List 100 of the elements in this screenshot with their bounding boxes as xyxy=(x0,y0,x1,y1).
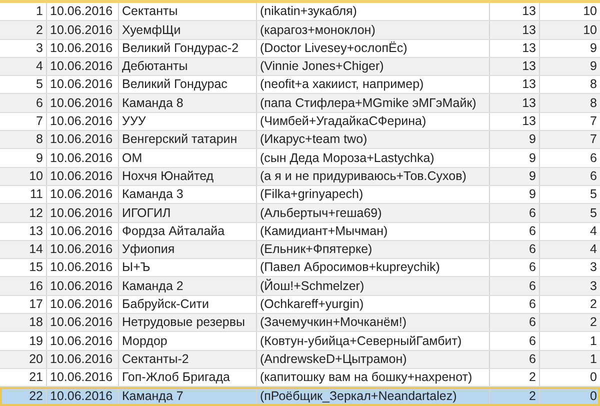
table-cell: 10.06.2016 xyxy=(47,186,119,204)
table-cell: (Ochkareff+yurgin) xyxy=(257,296,490,314)
table-cell: 6 xyxy=(0,94,47,112)
table-cell: 16 xyxy=(0,277,47,295)
table-row[interactable]: 20 10.06.2016 Сектанты-2 (AndrewskeD+Цытрамон) 6 1 xyxy=(0,350,600,369)
table-cell: Гоп-Жлоб Бригада xyxy=(119,368,257,386)
table-row[interactable]: 15 10.06.2016 Ы+Ъ (Павел Абросимов+kupreychik) 6 3 xyxy=(0,259,600,278)
table-cell: 10.06.2016 xyxy=(47,204,119,222)
table-row[interactable]: 5 10.06.2016 Великий Гондурас (neofit+а хакиист, например) 13 8 xyxy=(0,76,600,94)
table-cell-text: 8 xyxy=(589,76,598,94)
table-cell: 2 xyxy=(0,21,47,39)
table-cell: (Павел Абросимов+kupreychik) xyxy=(257,259,490,276)
table-row[interactable]: 3 10.06.2016 Великий Гондурас-2 (Doctor Livesey+ослопЁс) 13 9 xyxy=(0,40,600,58)
table-cell: (Ковтун-убийца+СеверныйГамбит) xyxy=(257,332,490,350)
table-cell: Дебютанты xyxy=(119,58,257,76)
table-cell: (Doctor Livesey+ослопЁс) xyxy=(257,40,490,57)
table-cell-text: 1 xyxy=(589,332,598,350)
table-cell: 11 xyxy=(0,186,47,204)
table-cell: Венгерский татарин xyxy=(119,131,257,148)
table-cell: 18 xyxy=(0,314,47,332)
table-row[interactable]: 4 10.06.2016 Дебютанты (Vinnie Jones+Chiger) 13 9 xyxy=(0,58,600,76)
table-cell: 19 xyxy=(0,332,47,350)
table-cell-text: 8 xyxy=(589,94,598,112)
table-cell: 10.06.2016 xyxy=(47,368,119,386)
table-cell: 3 xyxy=(0,40,47,57)
table-row[interactable]: 14 10.06.2016 Уфиопия (Ельник+Фпятерке) 6 4 xyxy=(0,240,600,260)
table-cell: (Чимбей+УгадайкаСФерина) xyxy=(257,112,490,130)
table-row[interactable]: 2 10.06.2016 ХуемфЩи (карагоз+моноклон) 13 10 xyxy=(0,21,600,40)
table-cell: 20 xyxy=(0,350,47,368)
table-row[interactable]: 22 10.06.2016 Каманда 7 (пРоёбщик_Зеркал+Neandartalez) 2 0 xyxy=(0,387,600,406)
table-cell-text: 2 xyxy=(589,296,598,314)
table-row[interactable]: 1 10.06.2016 Сектанты (nikatin+зукабля) 13 10 xyxy=(0,3,600,22)
table-cell: Великий Гондурас xyxy=(119,76,257,94)
table-cell: 10.06.2016 xyxy=(47,332,119,350)
table-cell: Уфиопия xyxy=(119,240,257,258)
table-cell-text: 7 xyxy=(589,113,598,130)
table-cell: 6 xyxy=(490,332,540,350)
table-row[interactable]: 7 10.06.2016 УУУ (Чимбей+УгадайкаСФерина) 13 7 xyxy=(0,112,600,132)
table-row[interactable]: 13 10.06.2016 Фордза Айталайа (Камидиант+Мычман) 6 4 xyxy=(0,222,600,241)
table-cell: Великий Гондурас-2 xyxy=(119,40,257,57)
table-cell: (сын Деда Мороза+Lastychka) xyxy=(257,149,490,167)
table-cell-text: 6 xyxy=(589,168,598,185)
table-cell-text: 3 xyxy=(589,259,598,276)
table-cell: 9 xyxy=(490,149,540,167)
table-cell: 4 xyxy=(0,58,47,76)
table-cell: 5 xyxy=(0,76,47,94)
table-cell: 13 xyxy=(490,40,540,57)
table-cell: (nikatin+зукабля) xyxy=(257,3,490,20)
table-cell: (пРоёбщик_Зеркал+Neandartalez) xyxy=(257,387,490,405)
table-cell: 6 xyxy=(490,277,540,295)
table-row[interactable]: 16 10.06.2016 Каманда 2 (Йош!+Schmelzer) 6 3 xyxy=(0,277,600,296)
table-cell: 2 xyxy=(490,368,540,386)
table-cell: 10.06.2016 xyxy=(47,3,119,20)
table-cell: (Filka+grinyapech) xyxy=(257,186,490,204)
table-cell: Бабруйск-Сити xyxy=(119,296,257,314)
table-cell: 6 xyxy=(490,296,540,314)
table-cell: 9 xyxy=(490,168,540,185)
table-cell: 6 xyxy=(490,222,540,240)
table-cell: (карагоз+моноклон) xyxy=(257,21,490,39)
table-cell: 21 xyxy=(0,368,47,386)
table-row[interactable]: 12 10.06.2016 ИГОГИЛ (Альбертыч+геша69) 6 5 xyxy=(0,204,600,223)
table-cell: 17 xyxy=(0,296,47,314)
table-cell: 6 xyxy=(490,350,540,368)
table-cell: 22 xyxy=(0,387,47,405)
table-cell-text: 2 xyxy=(589,314,598,332)
table-row[interactable]: 18 10.06.2016 Нетрудовые резервы (Зачемучкин+Мочканём!) 6 2 xyxy=(0,314,600,332)
table-row[interactable]: 10 10.06.2016 Нохчя Юнайтед (а я и не придуриваюсь+Тов.Сухов) 9 6 xyxy=(0,168,600,186)
table-cell-text: 4 xyxy=(589,222,598,240)
table-cell: 15 xyxy=(0,259,47,276)
table-cell: 10.06.2016 xyxy=(47,58,119,76)
table-cell: 10.06.2016 xyxy=(47,259,119,276)
table-cell: 10.06.2016 xyxy=(47,350,119,368)
table-row[interactable]: 11 10.06.2016 Каманда 3 (Filka+grinyapech) 9 5 xyxy=(0,186,600,204)
table-cell: Каманда 8 xyxy=(119,94,257,112)
table-row[interactable]: 17 10.06.2016 Бабруйск-Сити (Ochkareff+yurgin) 6 2 xyxy=(0,296,600,314)
table-row[interactable]: 21 10.06.2016 Гоп-Жлоб Бригада (капитошку вам на бошку+нахренот) 2 0 xyxy=(0,368,600,388)
table-cell: 10.06.2016 xyxy=(47,387,119,405)
table-cell: 12 xyxy=(0,204,47,222)
table-cell: 2 xyxy=(490,387,540,405)
table-cell: Каманда 3 xyxy=(119,186,257,204)
table-cell: ОМ xyxy=(119,149,257,167)
table-cell: Мордор xyxy=(119,332,257,350)
table-cell: 10.06.2016 xyxy=(47,21,119,39)
table-cell: 13 xyxy=(490,3,540,20)
table-row[interactable]: 9 10.06.2016 ОМ (сын Деда Мороза+Lastychka) 9 6 xyxy=(0,149,600,168)
table-cell: Сектанты xyxy=(119,3,257,20)
table-row[interactable]: 19 10.06.2016 Мордор (Ковтун-убийца+СеверныйГамбит) 6 1 xyxy=(0,332,600,351)
table-cell: 10.06.2016 xyxy=(47,131,119,148)
table-row[interactable]: 8 10.06.2016 Венгерский татарин (Икарус+team two) 9 7 xyxy=(0,131,600,150)
table-cell: (а я и не придуриваюсь+Тов.Сухов) xyxy=(257,168,490,185)
table-row[interactable]: 6 10.06.2016 Каманда 8 (папа Стифлера+MGmike эМГэМайк) 13 8 xyxy=(0,94,600,113)
table-cell: (Икарус+team two) xyxy=(257,131,490,148)
table-cell-text: 6 xyxy=(589,150,598,167)
table-cell: Сектанты-2 xyxy=(119,350,257,368)
table-cell: 10.06.2016 xyxy=(47,94,119,112)
table-cell-text: 5 xyxy=(589,186,598,204)
table-cell: ИГОГИЛ xyxy=(119,204,257,222)
table-cell-text: 10 xyxy=(582,22,598,39)
table-cell: 13 xyxy=(490,21,540,39)
table-cell-text: 9 xyxy=(589,58,598,76)
